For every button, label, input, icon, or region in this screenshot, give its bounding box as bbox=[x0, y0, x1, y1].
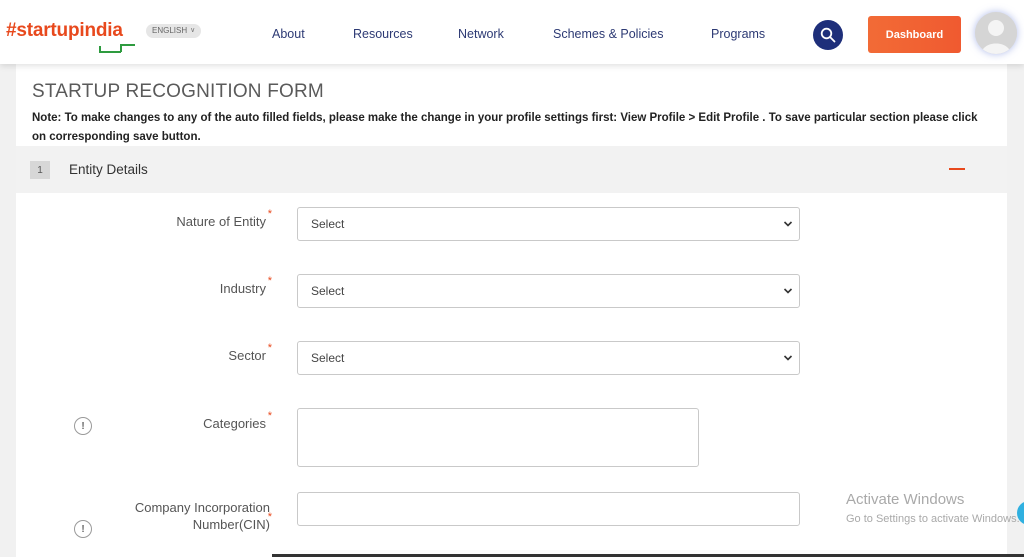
industry-label-wrap: Industry * bbox=[76, 275, 272, 300]
nav-about[interactable]: About bbox=[272, 27, 305, 41]
cin-label-line1: Company Incorporation bbox=[134, 500, 270, 515]
startup-india-logo[interactable]: #startupindia bbox=[6, 20, 123, 42]
nature-of-entity-value: Select bbox=[311, 217, 345, 231]
cin-label: Company Incorporation Number(CIN) bbox=[80, 499, 270, 533]
section-title: Entity Details bbox=[69, 162, 148, 177]
search-button[interactable] bbox=[813, 20, 843, 50]
nature-of-entity-label-wrap: Nature of Entity * bbox=[76, 208, 272, 233]
required-asterisk: * bbox=[267, 511, 272, 523]
chevron-down-icon bbox=[783, 221, 793, 227]
nav-schemes-policies[interactable]: Schemes & Policies bbox=[553, 27, 663, 41]
nav-network[interactable]: Network bbox=[458, 27, 504, 41]
sector-value: Select bbox=[311, 351, 345, 365]
section-number: 1 bbox=[30, 161, 50, 179]
user-avatar[interactable] bbox=[975, 12, 1017, 54]
user-avatar-icon bbox=[975, 12, 1017, 54]
categories-label: Categories bbox=[203, 416, 266, 431]
sector-label: Sector bbox=[228, 348, 266, 363]
required-asterisk: * bbox=[267, 208, 272, 220]
form-note: Note: To make changes to any of the auto… bbox=[32, 112, 978, 143]
cin-label-wrap: Company Incorporation Number(CIN) * bbox=[76, 499, 272, 535]
nav-programs[interactable]: Programs bbox=[711, 27, 765, 41]
industry-value: Select bbox=[311, 284, 345, 298]
required-asterisk: * bbox=[267, 342, 272, 354]
activate-windows-title: Activate Windows bbox=[846, 491, 965, 508]
nature-of-entity-label: Nature of Entity bbox=[176, 214, 266, 229]
required-asterisk: * bbox=[267, 275, 272, 287]
language-label: ENGLISH bbox=[152, 26, 188, 35]
cin-input[interactable] bbox=[297, 492, 800, 526]
activate-windows-subtitle: Go to Settings to activate Windows. bbox=[846, 513, 1020, 525]
cin-label-line2: Number(CIN) bbox=[192, 517, 270, 532]
logo-hash-text: #startup bbox=[6, 20, 80, 41]
sector-label-wrap: Sector * bbox=[76, 342, 272, 367]
sector-select[interactable]: Select bbox=[297, 341, 800, 375]
logo-flag-icon bbox=[99, 44, 135, 53]
chevron-down-icon bbox=[783, 288, 793, 294]
categories-label-wrap: Categories * bbox=[76, 410, 272, 435]
nav-resources[interactable]: Resources bbox=[353, 27, 413, 41]
categories-multiselect[interactable] bbox=[297, 408, 699, 467]
industry-select[interactable]: Select bbox=[297, 274, 800, 308]
top-header: #startupindia ENGLISH ∨ About Resources … bbox=[0, 0, 1024, 64]
section-header-entity-details[interactable]: 1 Entity Details bbox=[16, 146, 1007, 193]
search-icon bbox=[820, 27, 836, 43]
chevron-down-icon bbox=[783, 355, 793, 361]
industry-label: Industry bbox=[219, 281, 266, 296]
chevron-down-icon: ∨ bbox=[190, 27, 196, 34]
form-title: STARTUP RECOGNITION FORM bbox=[32, 81, 324, 102]
recognition-form-card: STARTUP RECOGNITION FORM Note: To make c… bbox=[16, 64, 1007, 557]
collapse-minus-icon[interactable] bbox=[949, 168, 965, 170]
logo-india-text: india bbox=[79, 20, 123, 41]
language-selector[interactable]: ENGLISH ∨ bbox=[146, 24, 202, 38]
required-asterisk: * bbox=[267, 410, 272, 422]
dashboard-button[interactable]: Dashboard bbox=[868, 16, 961, 53]
nature-of-entity-select[interactable]: Select bbox=[297, 207, 800, 241]
